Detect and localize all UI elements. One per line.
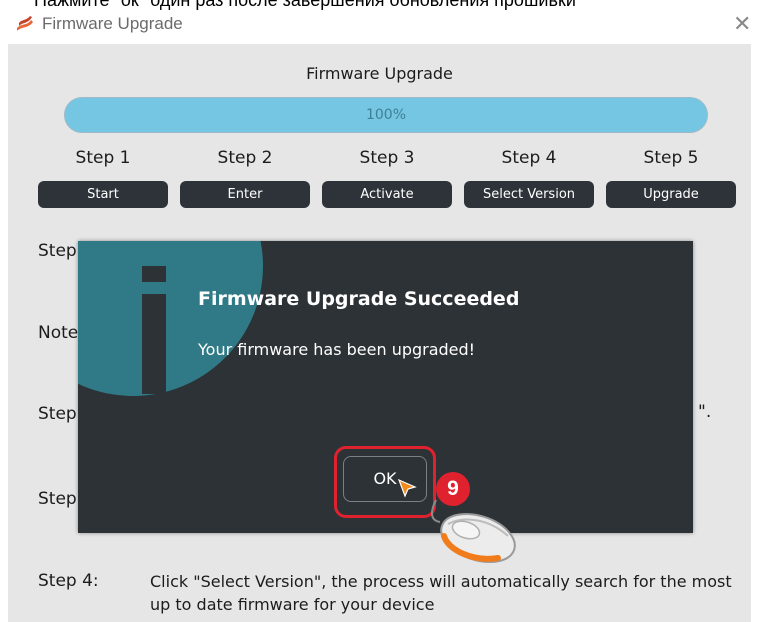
- progress-label: 100%: [365, 107, 407, 123]
- step-text-3: Step: [38, 489, 77, 509]
- info-icon: [78, 241, 263, 396]
- step-text-2-end: ".: [698, 402, 712, 422]
- step-4-heading: Step 4:: [38, 571, 99, 591]
- upgrade-button[interactable]: Upgrade: [606, 181, 736, 208]
- start-button[interactable]: Start: [38, 181, 168, 208]
- note-text: Note: [38, 323, 79, 343]
- mouse-icon: [431, 499, 516, 563]
- enter-button[interactable]: Enter: [180, 181, 310, 208]
- step-5-label: Step 5: [643, 148, 699, 168]
- page-heading: Firmware Upgrade: [306, 64, 453, 83]
- step-2-label: Step 2: [217, 148, 273, 168]
- progress-bar: 100%: [64, 97, 708, 133]
- app-logo-icon: [17, 16, 33, 31]
- window-title: Firmware Upgrade: [42, 14, 183, 33]
- info-icon-bar: [142, 294, 166, 394]
- title-bar: Firmware Upgrade ✕: [0, 8, 758, 42]
- step-4-description: Click "Select Version", the process will…: [150, 572, 732, 614]
- dialog-title: Firmware Upgrade Succeeded: [198, 288, 520, 310]
- info-icon-dot: [142, 266, 166, 282]
- step-4-label: Step 4: [501, 148, 557, 168]
- dialog-message: Your firmware has been upgraded!: [198, 340, 476, 359]
- select-version-button[interactable]: Select Version: [464, 181, 594, 208]
- step-3-label: Step 3: [359, 148, 415, 168]
- activate-button[interactable]: Activate: [322, 181, 452, 208]
- close-icon[interactable]: ✕: [733, 12, 751, 37]
- step-text-2: Step: [38, 404, 77, 424]
- step-text-1: Step: [38, 241, 77, 261]
- step-1-label: Step 1: [75, 148, 131, 168]
